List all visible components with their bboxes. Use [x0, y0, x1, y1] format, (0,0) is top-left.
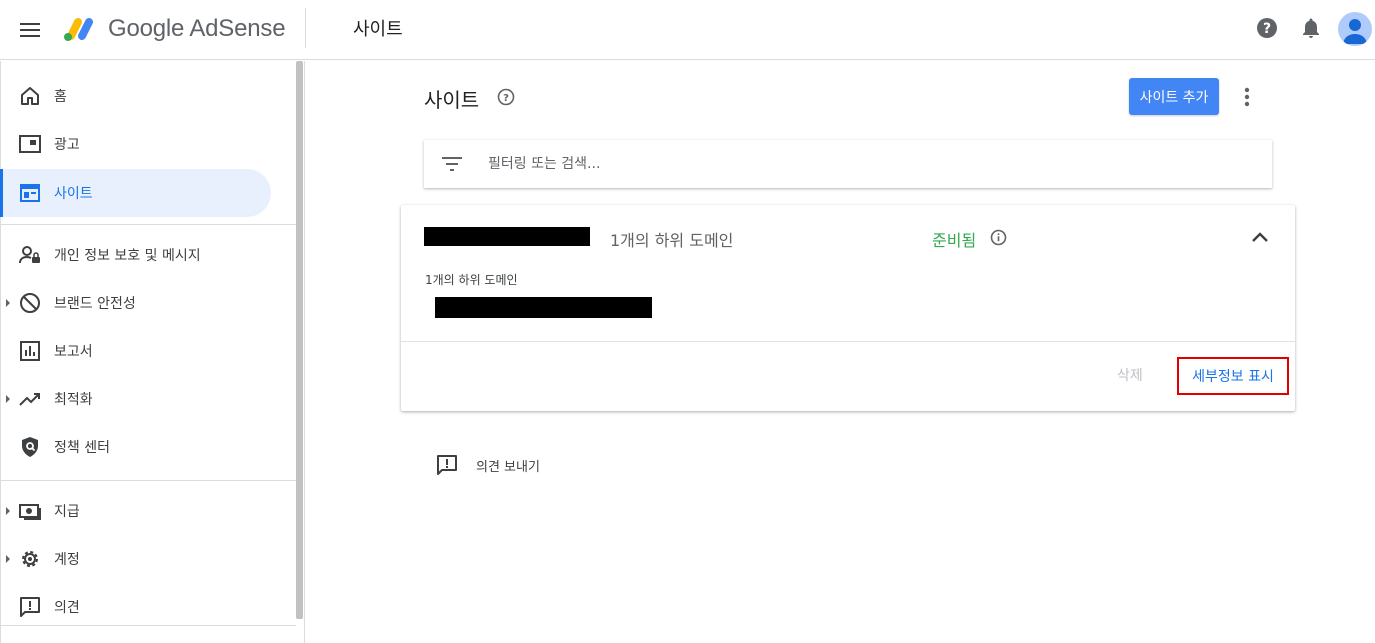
sidebar-divider	[0, 224, 296, 225]
sidebar-item-brand-safety[interactable]: 브랜드 안전성	[0, 279, 271, 327]
sidebar-item-feedback[interactable]: 의견	[0, 583, 271, 631]
sidebar-item-label: 광고	[54, 137, 80, 153]
site-card: 1개의 하위 도메인 준비됨 1개의 하위 도메인 삭제 세부정보 표시	[401, 205, 1295, 411]
page-title: 사이트	[424, 88, 480, 112]
sidebar-item-privacy[interactable]: 개인 정보 보호 및 메시지	[0, 231, 271, 279]
info-icon[interactable]	[989, 228, 1007, 246]
policy-shield-icon	[18, 435, 42, 459]
sidebar-item-label: 브랜드 안전성	[54, 296, 136, 312]
home-icon	[18, 84, 42, 108]
expand-caret-icon[interactable]	[6, 555, 10, 563]
card-divider	[401, 341, 1295, 342]
sidebar-item-label: 보고서	[54, 344, 93, 360]
redacted-site-name	[424, 227, 590, 246]
feedback-icon	[434, 452, 460, 478]
sidebar: 홈 광고 사이트 개인 정보 보호 및 메시지 브랜드 안전성 보고서 최적화 …	[0, 61, 305, 643]
sidebar-item-account[interactable]: 계정	[0, 535, 271, 583]
reports-icon	[18, 339, 42, 363]
subdomain-count: 1개의 하위 도메인	[610, 231, 734, 250]
filter-icon[interactable]	[442, 154, 462, 174]
adsense-logo[interactable]: Google AdSense	[62, 13, 286, 45]
help-outline-icon[interactable]: ?	[496, 87, 516, 107]
filter-bar[interactable]	[424, 140, 1272, 188]
payments-icon	[18, 499, 42, 523]
sidebar-item-ads[interactable]: 광고	[0, 120, 271, 168]
sidebar-item-label: 계정	[54, 552, 80, 568]
sidebar-item-label: 정책 센터	[54, 440, 110, 456]
trending-icon	[18, 387, 42, 411]
sidebar-item-label: 의견	[54, 600, 80, 616]
feedback-label: 의견 보내기	[476, 459, 540, 475]
sidebar-item-label: 홈	[54, 89, 67, 105]
send-feedback-link[interactable]: 의견 보내기	[434, 452, 540, 478]
block-icon	[18, 291, 42, 315]
header-page-title: 사이트	[353, 19, 403, 40]
delete-button[interactable]: 삭제	[1117, 365, 1143, 385]
expand-caret-icon[interactable]	[6, 299, 10, 307]
add-site-button[interactable]: 사이트 추가	[1129, 78, 1219, 115]
filter-search-input[interactable]	[488, 152, 1248, 176]
adsense-logo-icon	[64, 18, 93, 41]
subdomain-label: 1개의 하위 도메인	[425, 273, 518, 287]
show-details-button[interactable]: 세부정보 표시	[1177, 357, 1289, 395]
help-icon[interactable]: ?	[1253, 14, 1281, 42]
sidebar-item-reports[interactable]: 보고서	[0, 327, 271, 375]
sidebar-item-payments[interactable]: 지급	[0, 487, 271, 535]
sidebar-item-home[interactable]: 홈	[0, 72, 271, 120]
svg-text:?: ?	[503, 93, 509, 104]
active-indicator	[0, 169, 3, 217]
top-app-bar: Google AdSense 사이트 ?	[0, 0, 1375, 60]
ads-icon	[18, 132, 42, 156]
sidebar-item-label: 지급	[54, 504, 80, 520]
status-badge: 준비됨	[932, 231, 977, 250]
logo-text: Google AdSense	[108, 15, 286, 42]
chevron-up-icon[interactable]	[1246, 223, 1274, 251]
expand-caret-icon[interactable]	[6, 507, 10, 515]
feedback-icon	[18, 595, 42, 619]
sites-icon	[18, 181, 42, 205]
sidebar-divider	[0, 480, 296, 481]
gear-icon	[18, 547, 42, 571]
sidebar-item-optimization[interactable]: 최적화	[0, 375, 271, 423]
header-divider	[305, 8, 306, 48]
notifications-icon[interactable]	[1297, 14, 1325, 42]
menu-icon[interactable]	[14, 14, 46, 46]
sidebar-item-policy-center[interactable]: 정책 센터	[0, 423, 271, 471]
redacted-subdomain	[435, 297, 652, 318]
sidebar-scrollbar[interactable]	[296, 61, 303, 619]
expand-caret-icon[interactable]	[6, 395, 10, 403]
sidebar-item-label: 사이트	[54, 186, 93, 202]
sidebar-item-sites[interactable]: 사이트	[0, 169, 271, 217]
sidebar-item-label: 개인 정보 보호 및 메시지	[54, 248, 201, 264]
sidebar-divider	[0, 625, 296, 626]
sidebar-item-label: 최적화	[54, 392, 93, 408]
more-vert-icon[interactable]	[1234, 84, 1260, 110]
svg-text:?: ?	[1263, 21, 1271, 37]
privacy-icon	[18, 243, 42, 267]
account-avatar[interactable]	[1338, 12, 1372, 46]
